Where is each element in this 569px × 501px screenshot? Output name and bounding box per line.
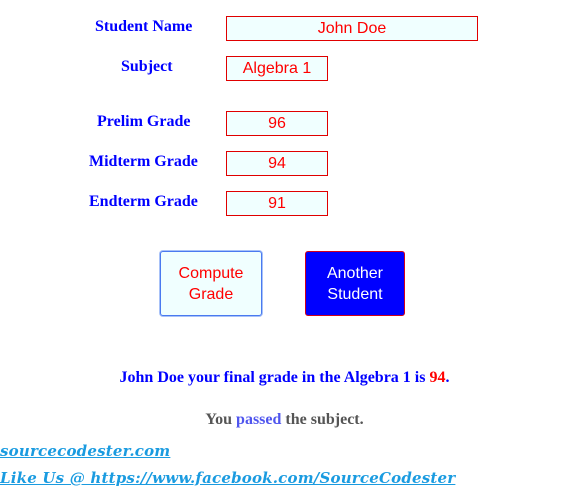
subject-input[interactable]: [226, 56, 328, 81]
final-grade-message-text: John Doe your final grade in the Algebra…: [119, 369, 430, 386]
another-student-button-line1: Another: [326, 264, 384, 282]
endterm-grade-label: Endterm Grade: [89, 193, 198, 210]
midterm-grade-input[interactable]: [226, 151, 328, 176]
compute-grade-button-line1: Compute: [178, 264, 244, 282]
final-grade-message: John Doe your final grade in the Algebra…: [0, 369, 569, 387]
compute-grade-button-line2: Grade: [188, 285, 234, 303]
midterm-grade-label: Midterm Grade: [89, 153, 198, 170]
compute-grade-button[interactable]: Compute Grade: [160, 251, 262, 316]
another-student-button-line2: Student: [327, 285, 383, 303]
pass-status-prefix: You: [205, 411, 237, 428]
prelim-grade-input[interactable]: [226, 111, 328, 136]
student-name-input[interactable]: [226, 16, 478, 41]
sourcecodester-link[interactable]: sourcecodester.com: [0, 442, 170, 460]
pass-status-suffix: the subject.: [281, 411, 364, 428]
pass-status-word: passed: [236, 411, 282, 428]
final-grade-message-end: .: [445, 369, 450, 386]
subject-label: Subject: [121, 58, 173, 75]
prelim-grade-label: Prelim Grade: [97, 113, 191, 130]
endterm-grade-input[interactable]: [226, 191, 328, 216]
facebook-link[interactable]: Like Us @ https://www.facebook.com/Sourc…: [0, 469, 455, 487]
student-name-label: Student Name: [95, 18, 193, 35]
another-student-button[interactable]: Another Student: [305, 251, 405, 316]
pass-status-message: You passed the subject.: [0, 411, 569, 429]
final-grade-value: 94: [429, 369, 446, 386]
